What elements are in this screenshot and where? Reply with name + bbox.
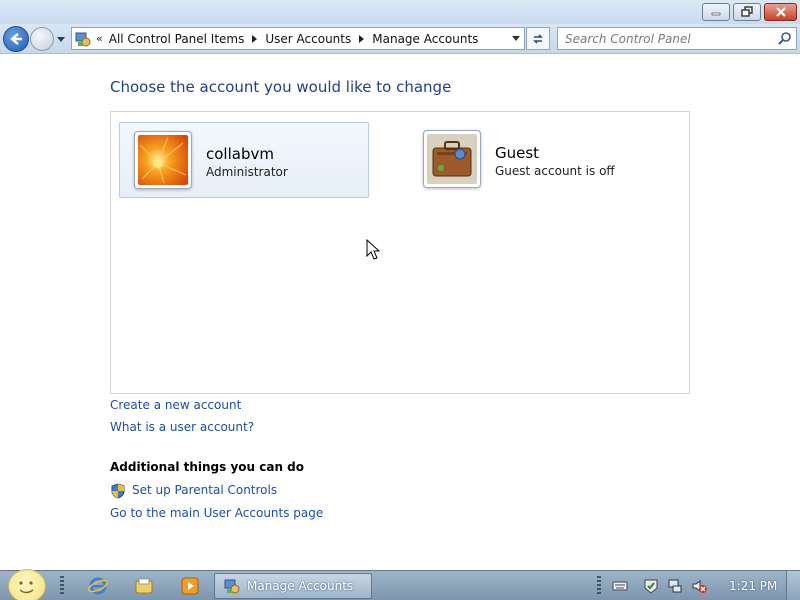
search-box[interactable]	[557, 27, 797, 50]
taskbar-item-label: Manage Accounts	[247, 579, 354, 593]
action-center-icon[interactable]	[643, 578, 659, 594]
address-dropdown-icon[interactable]	[512, 36, 520, 41]
breadcrumb-arrow-icon[interactable]	[252, 34, 258, 43]
restore-icon	[734, 4, 760, 20]
main-user-accounts-link[interactable]: Go to the main User Accounts page	[110, 506, 323, 520]
taskbar-grip[interactable]	[60, 576, 64, 596]
orange-flower-icon	[138, 135, 188, 185]
breadcrumb-all-control-panel-items[interactable]: All Control Panel Items	[109, 32, 245, 46]
control-panel-icon	[75, 32, 91, 46]
account-tile-guest[interactable]: Guest Guest account is off	[409, 122, 659, 198]
account-name: Guest	[495, 144, 540, 162]
search-input[interactable]	[558, 28, 768, 49]
recent-pages-button[interactable]	[56, 34, 66, 44]
keyboard-icon[interactable]	[612, 578, 628, 594]
what-is-user-account-link[interactable]: What is a user account?	[110, 420, 254, 434]
account-name: collabvm	[206, 145, 274, 163]
taskbar: Manage Accounts 1:21 PM	[0, 569, 800, 600]
refresh-button[interactable]	[526, 27, 550, 50]
back-arrow-icon	[10, 33, 22, 45]
restore-button[interactable]	[733, 3, 761, 21]
breadcrumb-arrow-icon[interactable]	[359, 34, 365, 43]
tray-grip[interactable]	[597, 576, 601, 596]
uac-shield-icon	[111, 483, 125, 499]
minimize-icon	[703, 4, 729, 20]
additional-things-heading: Additional things you can do	[110, 460, 305, 474]
navigation-bar: « All Control Panel Items User Accounts …	[0, 24, 800, 54]
media-player-icon[interactable]	[180, 576, 200, 596]
avatar	[423, 130, 481, 188]
refresh-icon	[533, 33, 543, 44]
minimize-button[interactable]	[702, 3, 730, 21]
internet-explorer-icon[interactable]	[88, 576, 108, 596]
breadcrumb-overflow[interactable]: «	[96, 32, 103, 45]
breadcrumb-manage-accounts[interactable]: Manage Accounts	[372, 32, 478, 46]
create-account-link[interactable]: Create a new account	[110, 398, 241, 412]
clock[interactable]: 1:21 PM	[729, 579, 777, 593]
breadcrumb-user-accounts[interactable]: User Accounts	[265, 32, 351, 46]
close-button[interactable]	[764, 3, 797, 21]
address-bar[interactable]: « All Control Panel Items User Accounts …	[71, 27, 525, 50]
page-title: Choose the account you would like to cha…	[110, 78, 452, 96]
search-icon[interactable]	[777, 31, 792, 46]
chevron-down-icon	[57, 37, 65, 42]
back-button[interactable]	[3, 26, 29, 52]
taskbar-item-manage-accounts[interactable]: Manage Accounts	[214, 573, 372, 599]
control-panel-icon	[224, 579, 240, 594]
avatar	[134, 131, 192, 189]
account-status: Guest account is off	[495, 164, 615, 178]
title-bar	[0, 0, 800, 24]
parental-controls-link[interactable]: Set up Parental Controls	[132, 483, 277, 497]
close-icon	[765, 4, 796, 20]
show-desktop-button[interactable]	[786, 571, 800, 600]
forward-button[interactable]	[30, 27, 54, 51]
mouse-cursor-icon	[366, 239, 381, 260]
account-tile-collabvm[interactable]: collabvm Administrator	[119, 122, 369, 198]
account-type: Administrator	[206, 165, 288, 179]
briefcase-icon	[427, 134, 477, 184]
accounts-list: collabvm Administrator Guest Guest accou…	[110, 111, 690, 394]
network-icon[interactable]	[667, 578, 683, 594]
windows-explorer-icon[interactable]	[134, 576, 154, 596]
volume-muted-icon[interactable]	[691, 578, 707, 594]
smiley-start-icon	[19, 581, 34, 594]
start-button[interactable]	[8, 569, 46, 600]
